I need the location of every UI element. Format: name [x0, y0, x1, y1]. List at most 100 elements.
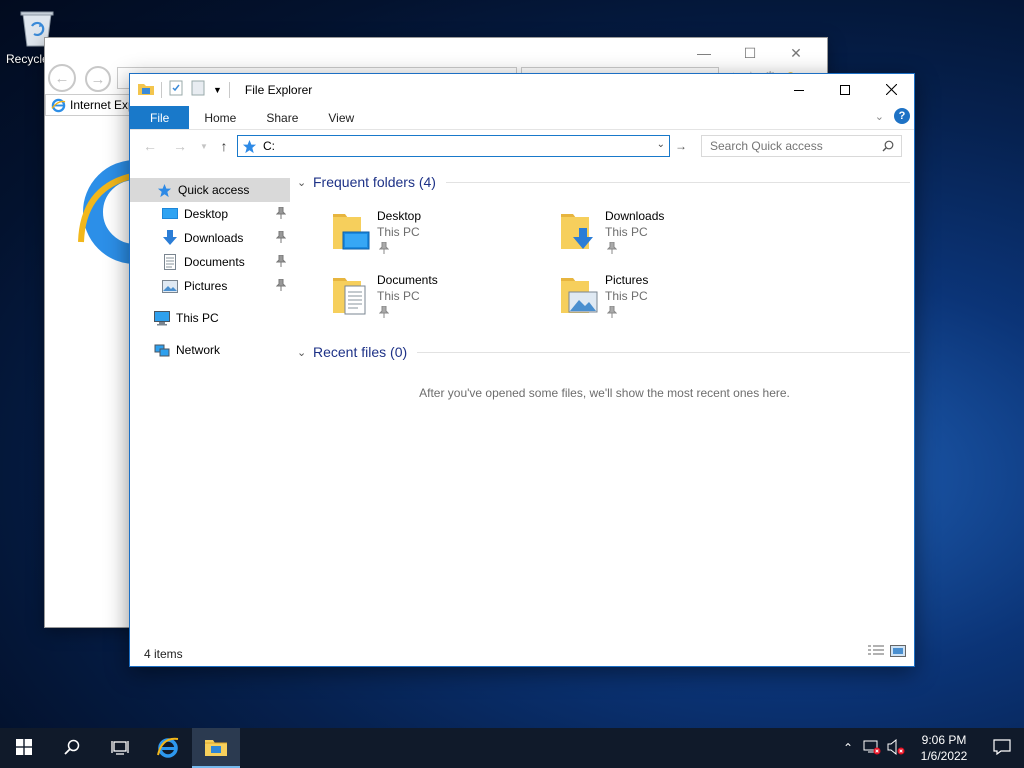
close-button[interactable] [868, 74, 914, 105]
sidebar-item-pictures[interactable]: Pictures [130, 274, 290, 298]
address-bar[interactable]: ⌄ [237, 135, 670, 157]
volume-tray-button[interactable] [884, 728, 908, 768]
tab-share[interactable]: Share [251, 106, 313, 129]
folder-tile-pictures[interactable]: Pictures This PC [523, 270, 723, 326]
details-view-icon[interactable] [868, 645, 884, 660]
computer-icon [154, 310, 170, 326]
search-icon[interactable] [882, 140, 894, 155]
sidebar-item-network[interactable]: Network [130, 338, 290, 362]
chevron-up-icon: ⌃ [842, 741, 854, 755]
ie-back-button[interactable]: ← [48, 64, 76, 92]
taskbar-file-explorer[interactable] [192, 728, 240, 768]
folder-name: Desktop [377, 209, 422, 223]
divider [445, 181, 910, 183]
download-arrow-icon [162, 230, 178, 246]
network-tray-button[interactable] [860, 728, 884, 768]
action-center-button[interactable] [980, 728, 1024, 768]
forward-button[interactable]: → [170, 136, 190, 156]
sidebar-item-quick-access[interactable]: Quick access [130, 178, 290, 202]
maximize-button[interactable] [822, 74, 868, 105]
clock-date: 1/6/2022 [920, 749, 968, 763]
customize-toolbar-chevron-icon[interactable]: ▼ [213, 85, 222, 95]
tab-file[interactable]: File [130, 106, 190, 129]
title-bar[interactable]: ▼ File Explorer [130, 74, 914, 105]
expand-ribbon-chevron-icon[interactable]: ⌄ [875, 110, 884, 123]
sidebar-item-documents[interactable]: Documents [130, 250, 290, 274]
divider [130, 129, 914, 130]
status-item-count: 4 items [144, 647, 183, 661]
network-icon [154, 342, 170, 358]
address-dropdown-chevron-icon[interactable]: ⌄ [657, 139, 665, 150]
pin-icon [606, 305, 618, 321]
properties-icon[interactable] [169, 80, 183, 99]
task-view-button[interactable] [96, 728, 144, 768]
ie-minimize-button[interactable]: — [681, 42, 727, 64]
ie-close-button[interactable]: ✕ [773, 42, 819, 64]
ie-tab[interactable]: Internet Explorer [45, 94, 135, 116]
folder-name: Pictures [605, 273, 649, 287]
recent-locations-button[interactable]: ▼ [194, 136, 214, 156]
documents-folder-icon [331, 272, 371, 318]
up-button[interactable]: ↑ [214, 136, 234, 156]
ie-window-controls: — ☐ ✕ [681, 42, 819, 64]
pin-icon [606, 241, 618, 257]
pin-icon[interactable] [275, 206, 287, 222]
folder-location: This PC [377, 289, 420, 303]
desktop-folder-icon [331, 208, 371, 254]
group-title: Recent files (0) [313, 344, 408, 360]
window-title: File Explorer [244, 82, 313, 97]
back-button[interactable]: ← [140, 136, 160, 156]
tab-home[interactable]: Home [189, 106, 251, 129]
pin-icon[interactable] [275, 230, 287, 246]
folder-tile-desktop[interactable]: Desktop This PC [295, 206, 495, 262]
folder-location: This PC [605, 225, 648, 239]
document-icon [162, 254, 178, 270]
search-taskbar-button[interactable] [48, 728, 96, 768]
folder-tile-documents[interactable]: Documents This PC [295, 270, 495, 326]
folder-name: Downloads [605, 209, 665, 223]
sidebar-item-desktop[interactable]: Desktop [130, 202, 290, 226]
address-input[interactable] [263, 139, 643, 153]
search-input[interactable] [710, 139, 875, 153]
windows-logo-icon [16, 738, 32, 758]
taskbar-internet-explorer[interactable] [144, 728, 192, 768]
content-pane: ⌄ Frequent folders (4) Desktop This PC D… [295, 170, 914, 400]
frequent-folders-group-header[interactable]: ⌄ Frequent folders (4) [295, 170, 914, 194]
folder-location: This PC [605, 289, 648, 303]
ie-tab-icon [51, 98, 66, 115]
pin-icon [378, 241, 390, 257]
folder-tile-downloads[interactable]: Downloads This PC [523, 206, 723, 262]
folder-name: Documents [377, 273, 438, 287]
file-explorer-window[interactable]: ▼ File Explorer File Home Share View ⌄ ?… [129, 73, 915, 667]
sidebar-item-label: Pictures [184, 279, 228, 293]
tab-view[interactable]: View [313, 106, 369, 129]
show-hidden-icons-button[interactable]: ⌃ [836, 728, 860, 768]
minimize-button[interactable] [776, 74, 822, 105]
large-icons-view-icon[interactable] [890, 645, 906, 660]
pin-icon[interactable] [275, 254, 287, 270]
network-disconnected-icon [863, 739, 881, 758]
sidebar-item-this-pc[interactable]: This PC [130, 306, 290, 330]
help-icon[interactable]: ? [894, 108, 910, 124]
clock[interactable]: 9:06 PM 1/6/2022 [908, 732, 980, 764]
pin-icon[interactable] [275, 278, 287, 294]
view-buttons [868, 645, 906, 660]
back-arrow-icon: ← [143, 138, 157, 154]
start-button[interactable] [0, 728, 48, 768]
sidebar-item-downloads[interactable]: Downloads [130, 226, 290, 250]
collapse-chevron-icon: ⌄ [297, 346, 307, 359]
up-arrow-icon: ↑ [220, 138, 228, 154]
recent-files-group-header[interactable]: ⌄ Recent files (0) [295, 340, 914, 364]
quick-access-star-icon [242, 139, 257, 154]
internet-explorer-icon [156, 735, 180, 762]
ie-forward-button[interactable]: → [85, 66, 111, 92]
navigation-pane: Quick access Desktop Downloads Documents [130, 178, 290, 362]
new-folder-icon[interactable] [191, 80, 205, 99]
file-explorer-icon [138, 81, 154, 98]
quick-access-star-icon [156, 182, 172, 198]
search-box[interactable] [701, 135, 902, 157]
folder-location: This PC [377, 225, 420, 239]
clock-time: 9:06 PM [921, 733, 967, 747]
go-button[interactable]: → [672, 135, 690, 157]
ie-maximize-button[interactable]: ☐ [727, 42, 773, 64]
